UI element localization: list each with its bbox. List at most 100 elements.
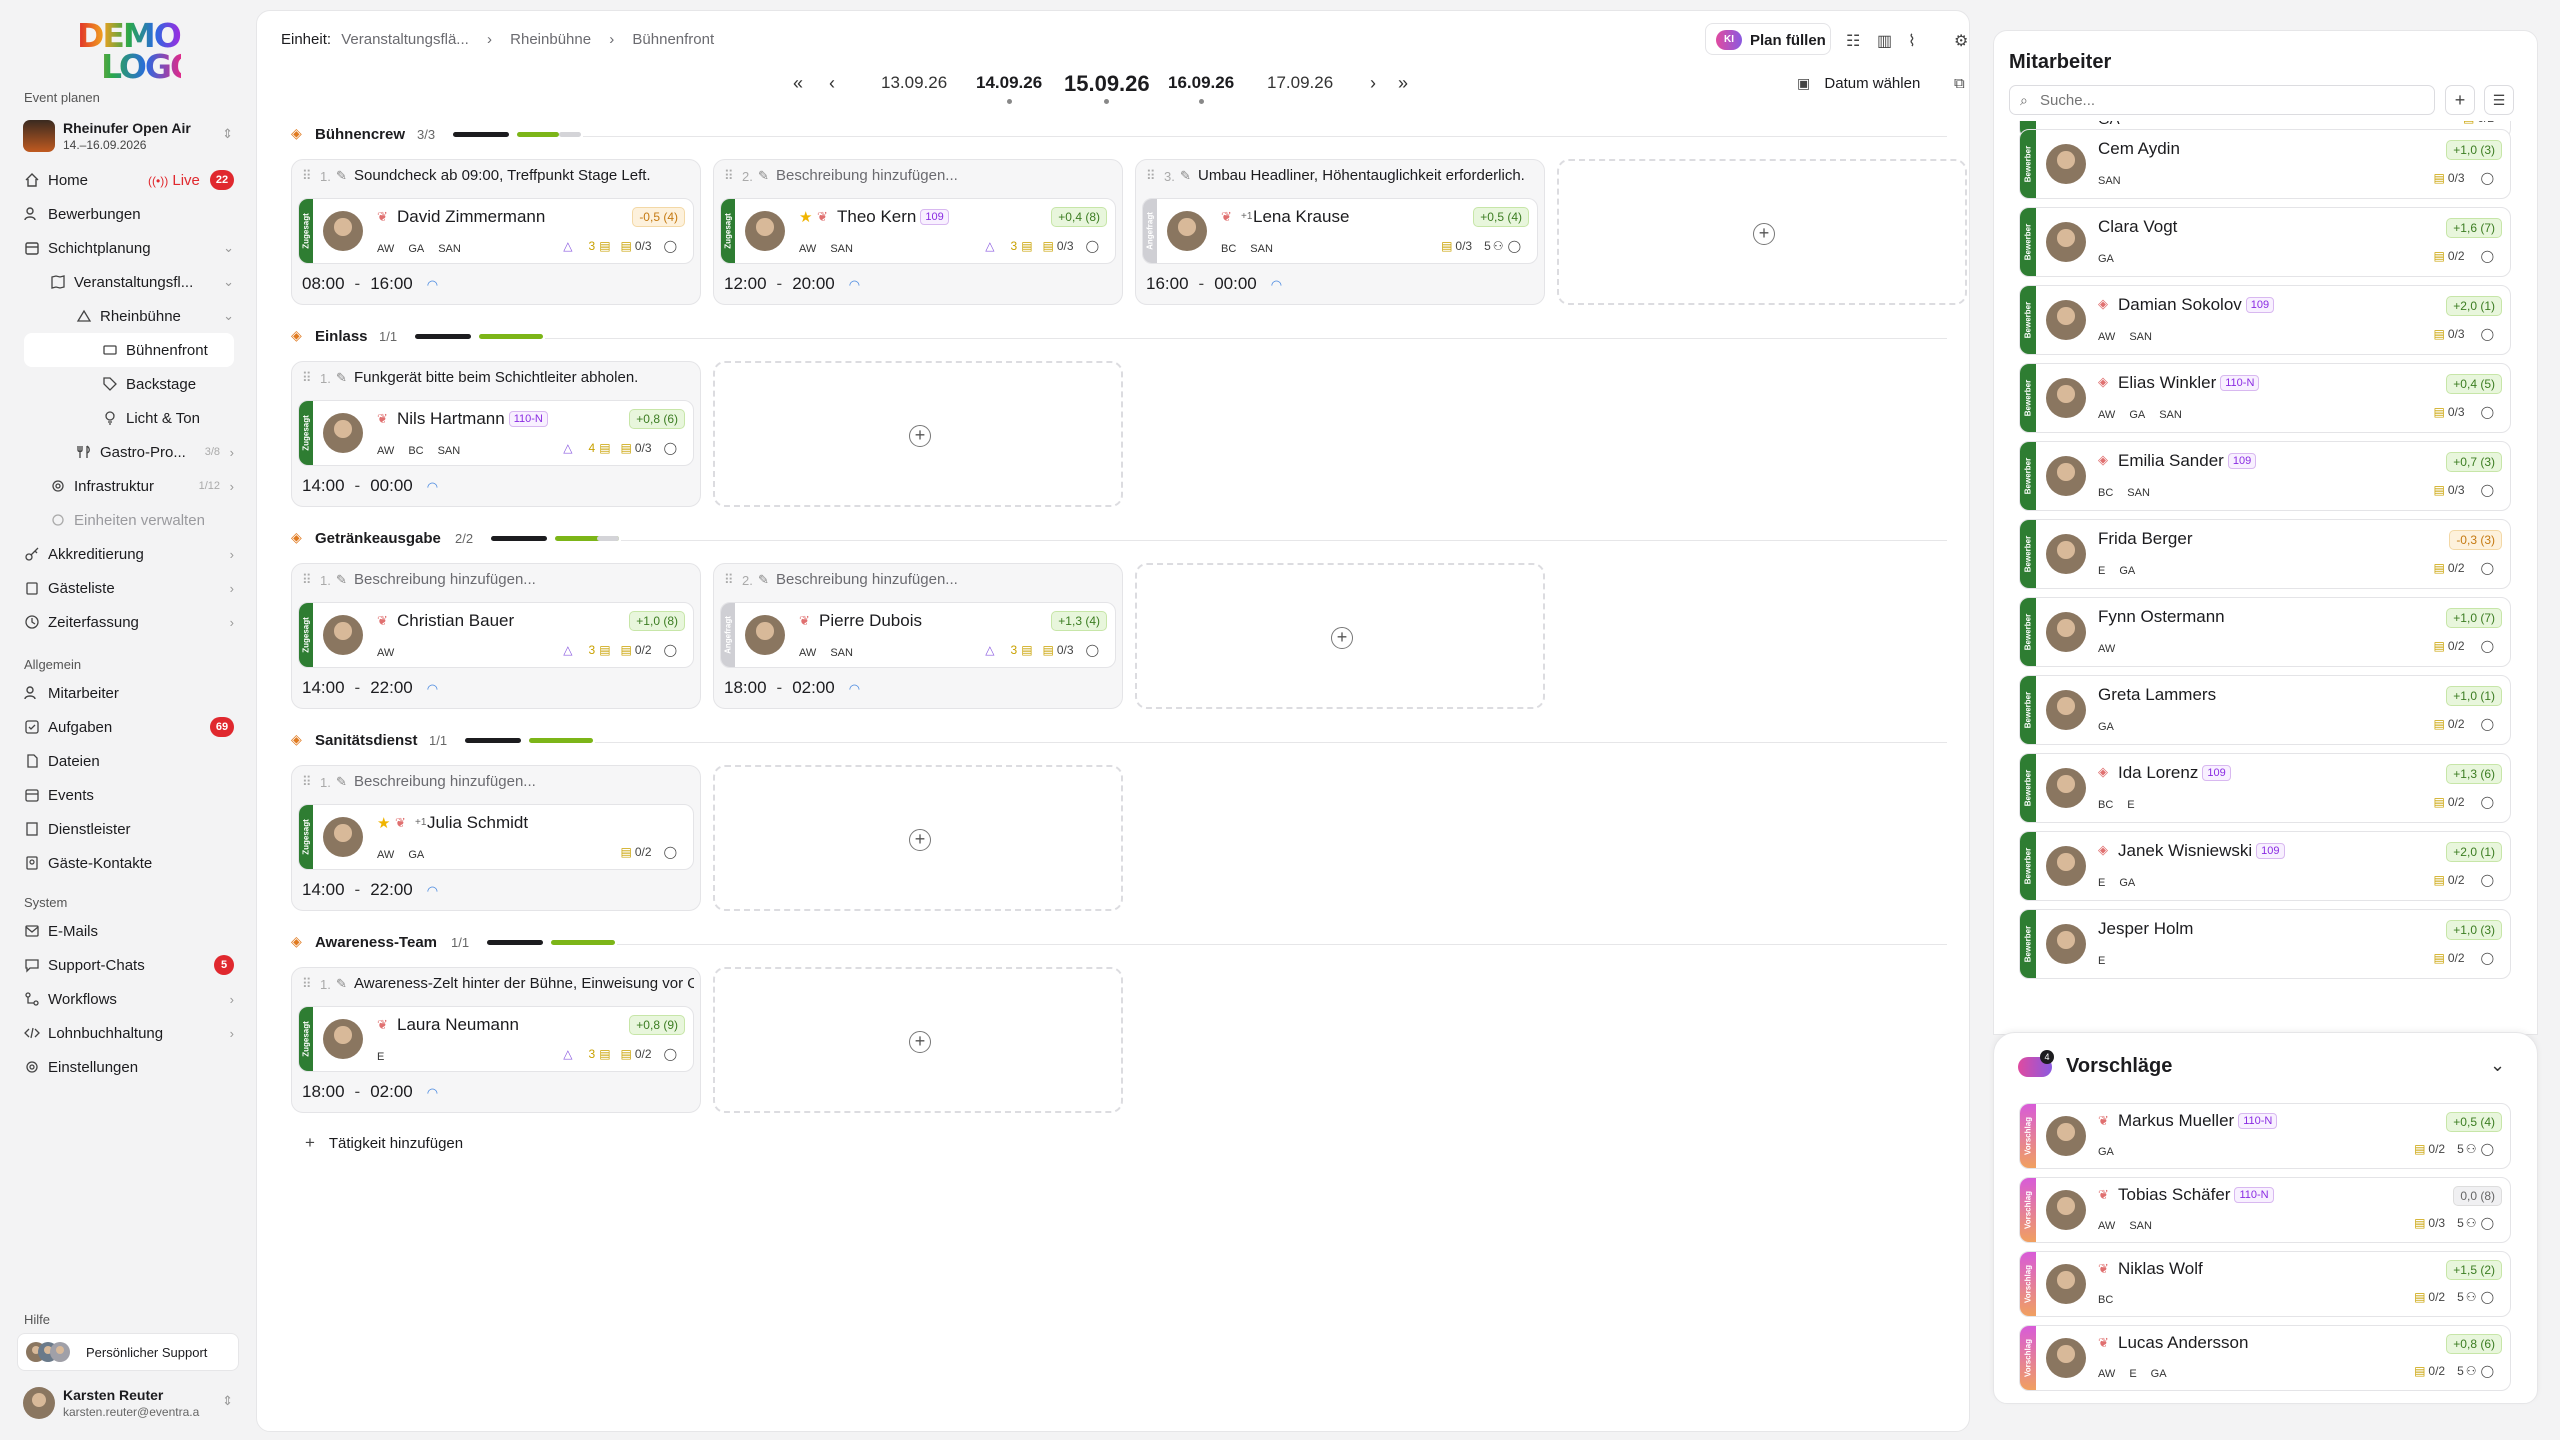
comment-icon[interactable]: ◯ — [2481, 639, 2494, 653]
shift-card[interactable]: ⠿ 1. ✎ Beschreibung hinzufügen... Zugesagt ❦ C… — [291, 563, 701, 709]
comment-icon[interactable]: ◯ — [2481, 873, 2494, 887]
empty-shift-slot[interactable]: + — [1557, 159, 1967, 305]
nav-gaesteliste[interactable]: Gästeliste › — [24, 571, 234, 605]
shift-card[interactable]: ⠿ 2. ✎ Beschreibung hinzufügen... Angefragt ❦… — [713, 563, 1123, 709]
comment-icon[interactable]: ◯ — [2481, 171, 2494, 185]
add-activity-button[interactable]: + Tätigkeit hinzufügen — [305, 1133, 463, 1153]
comment-icon[interactable]: ◯ — [664, 845, 677, 859]
suggestion-card[interactable]: Vorschlag ❦ Tobias Schäfer 110-N AW SAN 0,0 (8… — [2019, 1177, 2511, 1243]
comment-icon[interactable]: ◯ — [2481, 1216, 2494, 1230]
staff-search-input[interactable]: ⌕ — [2009, 85, 2435, 115]
comment-icon[interactable]: ◯ — [2481, 717, 2494, 731]
comment-icon[interactable]: ◯ — [2481, 561, 2494, 575]
personal-support-button[interactable]: Persönlicher Support — [17, 1333, 239, 1371]
comment-icon[interactable]: ◯ — [664, 643, 677, 657]
comment-icon[interactable]: ◯ — [1508, 239, 1521, 253]
shift-card[interactable]: ⠿ 1. ✎ Beschreibung hinzufügen... Zugesagt ★ ❦… — [291, 765, 701, 911]
nav-lohnbuchhaltung[interactable]: Lohnbuchhaltung › — [24, 1016, 234, 1050]
suggestion-card[interactable]: Vorschlag ❦ Markus Mueller 110-N GA +0,5 (4) ▤… — [2019, 1103, 2511, 1169]
comment-icon[interactable]: ◯ — [2481, 1142, 2494, 1156]
drag-handle-icon[interactable]: ⠿ — [302, 774, 312, 790]
filter-button[interactable]: ☰ — [2484, 85, 2514, 115]
shift-time[interactable]: 14:00-22:00 ◠ — [302, 880, 438, 900]
nav-bewerbungen[interactable]: Bewerbungen — [24, 197, 234, 231]
staff-card[interactable]: Bewerber Cem Aydin SAN +1,0 (3) ▤ 0/3 ◯ — [2019, 129, 2511, 199]
shift-description[interactable]: Soundcheck ab 09:00, Treffpunkt Stage Le… — [354, 167, 694, 184]
staff-card[interactable]: Bewerber ◈ Janek Wisniewski 109 E GA +2,0 (1) ▤… — [2019, 831, 2511, 901]
nav-dateien[interactable]: Dateien — [24, 744, 234, 778]
staff-card[interactable]: Bewerber ◈ Damian Sokolov 109 AW SAN +2,0 (1) ▤… — [2019, 285, 2511, 355]
search-field[interactable] — [2040, 90, 2420, 110]
comment-icon[interactable]: ◯ — [1086, 643, 1099, 657]
empty-shift-slot[interactable]: + — [713, 361, 1123, 507]
comment-icon[interactable]: ◯ — [664, 1047, 677, 1061]
event-switcher[interactable]: Rheinufer Open Air 14.–16.09.2026 ⇕ — [23, 118, 233, 156]
drag-handle-icon[interactable]: ⠿ — [302, 370, 312, 386]
comment-icon[interactable]: ◯ — [664, 441, 677, 455]
empty-shift-slot[interactable]: + — [713, 967, 1123, 1113]
nav-support-chats[interactable]: Support-Chats 5 — [24, 948, 234, 982]
nav-events[interactable]: Events — [24, 778, 234, 812]
nav-rheinbuehne[interactable]: Rheinbühne ⌄ — [24, 299, 234, 333]
shift-description[interactable]: Beschreibung hinzufügen... — [354, 571, 694, 588]
shift-card[interactable]: ⠿ 1. ✎ Awareness-Zelt hinter der Bühne, Ein… — [291, 967, 701, 1113]
staff-card[interactable]: Bewerber Fynn Ostermann AW +1,0 (7) ▤ 0/2 ◯ — [2019, 597, 2511, 667]
staff-card[interactable]: Bewerber Clara Vogt GA +1,6 (7) ▤ 0/2 ◯ — [2019, 207, 2511, 277]
shift-time[interactable]: 14:00-22:00 ◠ — [302, 678, 438, 698]
comment-icon[interactable]: ◯ — [2481, 795, 2494, 809]
drag-handle-icon[interactable]: ⠿ — [724, 168, 734, 184]
nav-einheiten-verwalten[interactable]: Einheiten verwalten — [24, 503, 234, 537]
comment-icon[interactable]: ◯ — [2481, 327, 2494, 341]
nav-emails[interactable]: E-Mails — [24, 914, 234, 948]
shift-card[interactable]: ⠿ 1. ✎ Soundcheck ab 09:00, Treffpunkt Stag… — [291, 159, 701, 305]
nav-infrastruktur[interactable]: Infrastruktur 1/12 › — [24, 469, 234, 503]
nav-zeiterfassung[interactable]: Zeiterfassung › — [24, 605, 234, 639]
nav-veranstaltungsflaeche[interactable]: Veranstaltungsfl... ⌄ — [24, 265, 234, 299]
nav-aufgaben[interactable]: Aufgaben 69 — [24, 710, 234, 744]
comment-icon[interactable]: ◯ — [2481, 405, 2494, 419]
shift-description[interactable]: Beschreibung hinzufügen... — [776, 167, 1116, 184]
shift-time[interactable]: 18:00-02:00 ◠ — [302, 1082, 438, 1102]
assigned-person[interactable]: Zugesagt ★ ❦ +1 Julia Schmidt AW GA ▤ 0/2 ◯ — [298, 804, 694, 870]
staff-card[interactable]: Bewerber ◈ Emilia Sander 109 BC SAN +0,7 (3) ▤ 0… — [2019, 441, 2511, 511]
shift-description[interactable]: Awareness-Zelt hinter der Bühne, Einweis… — [354, 975, 694, 992]
empty-shift-slot[interactable]: + — [713, 765, 1123, 911]
comment-icon[interactable]: ◯ — [1086, 239, 1099, 253]
nav-mitarbeiter[interactable]: Mitarbeiter — [24, 676, 234, 710]
nav-home[interactable]: Home ((•)) Live 22 — [24, 163, 234, 197]
staff-card[interactable]: Bewerber Jesper Holm E +1,0 (3) ▤ 0/2 ◯ — [2019, 909, 2511, 979]
drag-handle-icon[interactable]: ⠿ — [302, 168, 312, 184]
assigned-person[interactable]: Zugesagt ❦ Nils Hartmann 110-N AW BC SAN +0,8 (… — [298, 400, 694, 466]
assigned-person[interactable]: Zugesagt ❦ Laura Neumann E +0,8 (9) △ 3 ▤ ▤ 0/2 ◯ — [298, 1006, 694, 1072]
empty-shift-slot[interactable]: + — [1135, 563, 1545, 709]
shift-card[interactable]: ⠿ 1. ✎ Funkgerät bitte beim Schichtleiter a… — [291, 361, 701, 507]
shift-description[interactable]: Beschreibung hinzufügen... — [354, 773, 694, 790]
collapse-chevron-icon[interactable]: ⌄ — [2490, 1055, 2505, 1076]
shift-description[interactable]: Funkgerät bitte beim Schichtleiter abhol… — [354, 369, 694, 386]
suggestion-card[interactable]: Vorschlag ❦ Lucas Andersson AW E GA +0,8 (6) ▤ 0… — [2019, 1325, 2511, 1391]
nav-workflows[interactable]: Workflows › — [24, 982, 234, 1016]
staff-card[interactable]: Bewerber Frida Berger E GA -0,3 (3) ▤ 0/2 ◯ — [2019, 519, 2511, 589]
shift-card[interactable]: ⠿ 2. ✎ Beschreibung hinzufügen... Zugesagt ★ ❦… — [713, 159, 1123, 305]
user-menu[interactable]: Karsten Reuter karsten.reuter@eventra.a … — [23, 1383, 233, 1423]
comment-icon[interactable]: ◯ — [2481, 483, 2494, 497]
drag-handle-icon[interactable]: ⠿ — [302, 976, 312, 992]
suggestion-card[interactable]: Vorschlag ❦ Niklas Wolf BC +1,5 (2) ▤ 0/2 5 ⚇ ◯ — [2019, 1251, 2511, 1317]
drag-handle-icon[interactable]: ⠿ — [724, 572, 734, 588]
shift-description[interactable]: Umbau Headliner, Höhentauglichkeit erfor… — [1198, 167, 1538, 184]
assigned-person[interactable]: Zugesagt ❦ Christian Bauer AW +1,0 (8) △ 3 ▤ ▤ 0/… — [298, 602, 694, 668]
shift-time[interactable]: 08:00-16:00 ◠ — [302, 274, 438, 294]
shift-time[interactable]: 14:00-00:00 ◠ — [302, 476, 438, 496]
shift-description[interactable]: Beschreibung hinzufügen... — [776, 571, 1116, 588]
comment-icon[interactable]: ◯ — [664, 239, 677, 253]
shift-time[interactable]: 12:00-20:00 ◠ — [724, 274, 860, 294]
nav-licht-ton[interactable]: Licht & Ton — [24, 401, 234, 435]
nav-buehnenfront[interactable]: Bühnenfront — [24, 333, 234, 367]
nav-gastro[interactable]: Gastro-Pro... 3/8 › — [24, 435, 234, 469]
assigned-person[interactable]: Angefragt ❦ Pierre Dubois AW SAN +1,3 (4) △ 3 ▤ ▤… — [720, 602, 1116, 668]
nav-dienstleister[interactable]: Dienstleister — [24, 812, 234, 846]
drag-handle-icon[interactable]: ⠿ — [302, 572, 312, 588]
shift-card[interactable]: ⠿ 3. ✎ Umbau Headliner, Höhentauglichkeit e… — [1135, 159, 1545, 305]
assigned-person[interactable]: Zugesagt ★ ❦ Theo Kern 109 AW SAN +0,4 (8) △ 3 ▤ ▤ 0… — [720, 198, 1116, 264]
drag-handle-icon[interactable]: ⠿ — [1146, 168, 1156, 184]
